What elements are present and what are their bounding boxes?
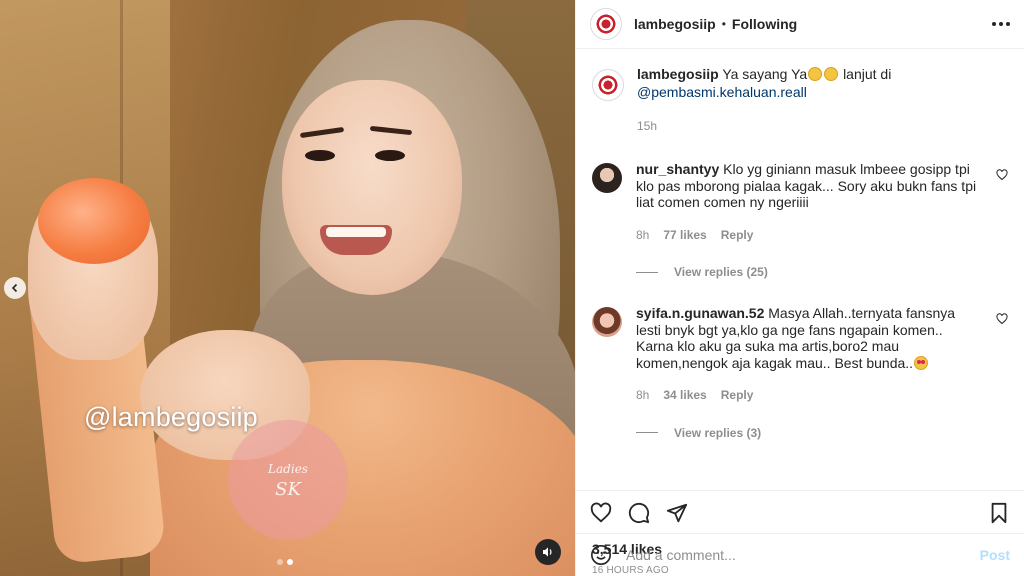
avatar[interactable]	[592, 69, 624, 101]
like-comment-button[interactable]	[996, 169, 1008, 184]
orange-soap	[38, 178, 150, 264]
following-button[interactable]: Following	[732, 16, 797, 32]
comment-timestamp: 8h	[636, 388, 650, 402]
comment-username[interactable]: nur_shantyy	[636, 161, 719, 177]
carousel-dot	[277, 559, 283, 565]
heart-icon	[590, 502, 612, 523]
comment-timestamp: 8h	[636, 227, 650, 242]
post-comment-button[interactable]: Post	[980, 547, 1010, 563]
add-comment-input[interactable]: Add a comment...	[626, 547, 980, 563]
reply-button[interactable]: Reply	[721, 387, 754, 404]
laughing-emoji-icon	[808, 67, 823, 81]
add-comment-bar: Add a comment... Post	[576, 533, 1024, 576]
paper-plane-icon	[666, 503, 688, 523]
post-header: lambegosiip • Following	[576, 0, 1024, 49]
comment-likes-count[interactable]: 77 likes	[663, 227, 706, 244]
avatar[interactable]	[592, 163, 622, 193]
svg-text:Ladies: Ladies	[267, 462, 308, 476]
share-button[interactable]	[666, 502, 688, 524]
view-replies-button[interactable]: View replies (25)	[636, 265, 1008, 279]
header-username[interactable]: lambegosiip	[634, 16, 716, 32]
laughing-emoji-icon	[824, 67, 839, 81]
comment-item: nur_shantyy Klo yg giniann masuk lmbeee …	[592, 161, 1008, 243]
comment-likes-count[interactable]: 34 likes	[663, 387, 706, 404]
comment-icon	[628, 502, 650, 524]
post-media[interactable]: @lambegosiip Ladies SK	[0, 0, 575, 576]
carousel-indicator	[277, 559, 293, 565]
like-button[interactable]	[590, 502, 612, 524]
carousel-dot-active	[287, 559, 293, 565]
save-button[interactable]	[988, 502, 1010, 524]
avatar[interactable]	[592, 307, 622, 337]
audio-toggle-button[interactable]	[535, 539, 561, 565]
previous-slide-button[interactable]	[4, 277, 26, 299]
avatar[interactable]	[590, 8, 622, 40]
caption-text: Ya sayang Ya	[722, 66, 808, 82]
person-face	[282, 80, 462, 295]
post-actions-bar	[576, 490, 1024, 535]
chevron-left-icon	[11, 283, 18, 293]
comments-section: lambegosiip Ya sayang Ya lanjut di @pemb…	[576, 49, 1024, 490]
caption-mention-link[interactable]: @pembasmi.kehaluan.reall	[637, 84, 807, 100]
comment-item: syifa.n.gunawan.52 Masya Allah..ternyata…	[592, 305, 1008, 404]
post-caption: lambegosiip Ya sayang Ya lanjut di @pemb…	[592, 65, 1008, 135]
speaker-icon	[543, 547, 552, 557]
heart-eyes-emoji-icon	[914, 355, 929, 370]
view-replies-button[interactable]: View replies (3)	[636, 426, 1008, 440]
svg-text:SK: SK	[275, 479, 302, 500]
heart-icon	[996, 169, 1008, 181]
like-comment-button[interactable]	[996, 313, 1008, 328]
caption-text-continued: lanjut di	[843, 66, 892, 82]
separator-dot: •	[721, 17, 726, 31]
caption-username[interactable]: lambegosiip	[637, 66, 719, 82]
emoji-picker-button[interactable]	[590, 544, 612, 566]
heart-icon	[996, 313, 1008, 325]
brand-logo-icon: Ladies SK	[267, 462, 308, 500]
post-details-panel: lambegosiip • Following lambegosiip Ya s…	[575, 0, 1024, 576]
comment-username[interactable]: syifa.n.gunawan.52	[636, 305, 764, 321]
brand-logo-watermark: Ladies SK	[228, 420, 348, 540]
more-options-icon[interactable]	[992, 22, 1010, 26]
watermark-text: @lambegosiip	[84, 402, 258, 432]
instagram-post-modal: @lambegosiip Ladies SK lambegosiip • Fol…	[0, 0, 1024, 576]
caption-timestamp: 15h	[637, 119, 658, 133]
bookmark-icon	[991, 502, 1007, 524]
reply-button[interactable]: Reply	[721, 227, 754, 244]
comment-button[interactable]	[628, 502, 650, 524]
smiley-icon	[591, 545, 611, 565]
